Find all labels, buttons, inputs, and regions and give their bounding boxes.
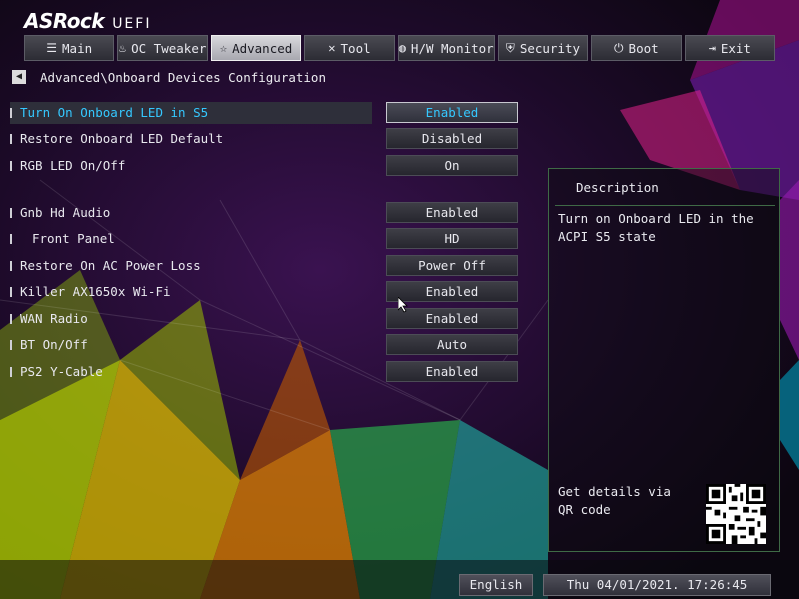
setting-row-bt[interactable]: BT On/Off bbox=[10, 334, 372, 356]
setting-label: Restore Onboard LED Default bbox=[20, 131, 224, 146]
setting-label: Restore On AC Power Loss bbox=[20, 258, 201, 273]
setting-row-rgb-led[interactable]: RGB LED On/Off bbox=[10, 155, 372, 177]
setting-row-led-s5[interactable]: Turn On Onboard LED in S5 bbox=[10, 102, 372, 124]
setting-label: Turn On Onboard LED in S5 bbox=[20, 105, 209, 120]
list-icon: ☰ bbox=[46, 41, 58, 55]
setting-label: WAN Radio bbox=[20, 311, 88, 326]
tab-label: Security bbox=[519, 40, 581, 56]
row-marker bbox=[10, 108, 12, 118]
setting-row-wan-radio[interactable]: WAN Radio bbox=[10, 308, 372, 330]
flame-icon: ♨ bbox=[118, 41, 127, 55]
tab-exit[interactable]: ⇥ Exit bbox=[684, 35, 775, 61]
wrench-icon: ✕ bbox=[328, 41, 336, 55]
row-marker bbox=[10, 208, 12, 218]
description-title: Description bbox=[576, 180, 659, 195]
description-divider bbox=[555, 205, 775, 206]
setting-row-front-panel[interactable]: Front Panel bbox=[10, 228, 372, 250]
breadcrumb: Advanced\Onboard Devices Configuration bbox=[40, 70, 326, 85]
tab-label: Exit bbox=[720, 40, 751, 56]
setting-value-rgb-led[interactable]: On bbox=[386, 155, 518, 176]
qr-code-icon bbox=[706, 484, 766, 544]
mouse-cursor-icon bbox=[398, 297, 408, 313]
asrock-logo: ASRock UEFI bbox=[24, 9, 151, 33]
setting-value-restore-led[interactable]: Disabled bbox=[386, 128, 518, 149]
row-marker bbox=[10, 261, 12, 271]
globe-icon: ◍ bbox=[398, 41, 406, 55]
tab-advanced[interactable]: ☆ Advanced bbox=[210, 35, 302, 61]
tab-tool[interactable]: ✕ Tool bbox=[304, 35, 395, 61]
setting-label: Front Panel bbox=[32, 231, 115, 246]
tab-label: Tool bbox=[340, 40, 371, 56]
description-text: Turn on Onboard LED in the ACPI S5 state bbox=[558, 211, 754, 244]
setting-value-ps2-y-cable[interactable]: Enabled bbox=[386, 361, 518, 382]
setting-label: Killer AX1650x Wi-Fi bbox=[20, 284, 171, 299]
shield-icon: ⛨ bbox=[505, 40, 515, 55]
setting-row-ps2-y-cable[interactable]: PS2 Y-Cable bbox=[10, 361, 372, 383]
row-marker bbox=[10, 314, 12, 324]
setting-row-ac-power-loss[interactable]: Restore On AC Power Loss bbox=[10, 255, 372, 277]
main-tab-bar: ☰ Main ♨ OC Tweaker ☆ Advanced ✕ Tool ◍ … bbox=[24, 35, 775, 61]
tab-label: Boot bbox=[628, 40, 659, 56]
setting-value-bt[interactable]: Auto bbox=[386, 334, 518, 355]
exit-icon: ⇥ bbox=[708, 41, 716, 55]
logo-text: ASRock bbox=[24, 9, 105, 33]
language-button[interactable]: English bbox=[459, 574, 533, 596]
setting-value-front-panel[interactable]: HD bbox=[386, 228, 518, 249]
tab-label: Advanced bbox=[232, 40, 293, 56]
setting-value-led-s5[interactable]: Enabled bbox=[386, 102, 518, 123]
setting-value-ac-power-loss[interactable]: Power Off bbox=[386, 255, 518, 276]
row-marker bbox=[10, 287, 12, 297]
setting-value-gnb-hd-audio[interactable]: Enabled bbox=[386, 202, 518, 223]
tab-hw-monitor[interactable]: ◍ H/W Monitor bbox=[397, 35, 495, 61]
row-marker bbox=[10, 234, 12, 244]
setting-row-restore-led[interactable]: Restore Onboard LED Default bbox=[10, 128, 372, 150]
row-marker bbox=[10, 134, 12, 144]
date-time-display: Thu 04/01/2021. 17:26:45 bbox=[543, 574, 771, 596]
tab-main[interactable]: ☰ Main bbox=[24, 35, 115, 61]
back-button[interactable]: ◀ bbox=[12, 70, 26, 84]
tab-label: H/W Monitor bbox=[410, 40, 494, 56]
qr-caption: Get details via QR code bbox=[558, 484, 671, 517]
logo-suffix: UEFI bbox=[112, 16, 152, 32]
row-marker bbox=[10, 161, 12, 171]
row-marker bbox=[10, 367, 12, 377]
star-icon: ☆ bbox=[219, 41, 228, 55]
tab-security[interactable]: ⛨ Security bbox=[497, 35, 589, 61]
setting-label: Gnb Hd Audio bbox=[20, 205, 111, 220]
setting-label: BT On/Off bbox=[20, 337, 88, 352]
tab-boot[interactable]: ⏻ Boot bbox=[591, 35, 682, 61]
tab-oc-tweaker[interactable]: ♨ OC Tweaker bbox=[117, 35, 208, 61]
power-icon: ⏻ bbox=[614, 40, 624, 55]
setting-label: PS2 Y-Cable bbox=[20, 364, 103, 379]
setting-label: RGB LED On/Off bbox=[20, 158, 126, 173]
back-arrow-icon: ◀ bbox=[15, 71, 23, 82]
tab-label: OC Tweaker bbox=[131, 40, 207, 56]
tab-label: Main bbox=[62, 40, 93, 56]
row-marker bbox=[10, 340, 12, 350]
description-panel: Description Turn on Onboard LED in the A… bbox=[548, 168, 780, 552]
setting-row-gnb-hd-audio[interactable]: Gnb Hd Audio bbox=[10, 202, 372, 224]
setting-row-wifi[interactable]: Killer AX1650x Wi-Fi bbox=[10, 281, 372, 303]
